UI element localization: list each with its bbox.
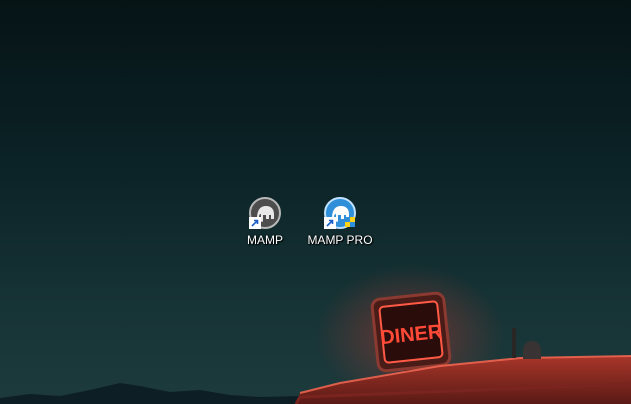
- desktop-icon-mamp-pro[interactable]: MAMP PRO: [300, 196, 380, 254]
- shortcut-arrow-icon: [249, 217, 261, 229]
- shortcut-arrow-icon: [324, 217, 336, 229]
- desktop-icon-label: MAMP: [247, 233, 283, 247]
- mamp-pro-elephant-icon: [323, 196, 357, 230]
- mountain-range: [0, 383, 300, 404]
- diner-sign: DINER: [370, 291, 452, 373]
- desktop[interactable]: DINER MAMP MAMP PRO: [0, 0, 631, 404]
- desktop-icon-mamp[interactable]: MAMP: [225, 196, 305, 254]
- mamp-elephant-icon: [248, 196, 282, 230]
- desktop-icon-label: MAMP PRO: [307, 233, 373, 247]
